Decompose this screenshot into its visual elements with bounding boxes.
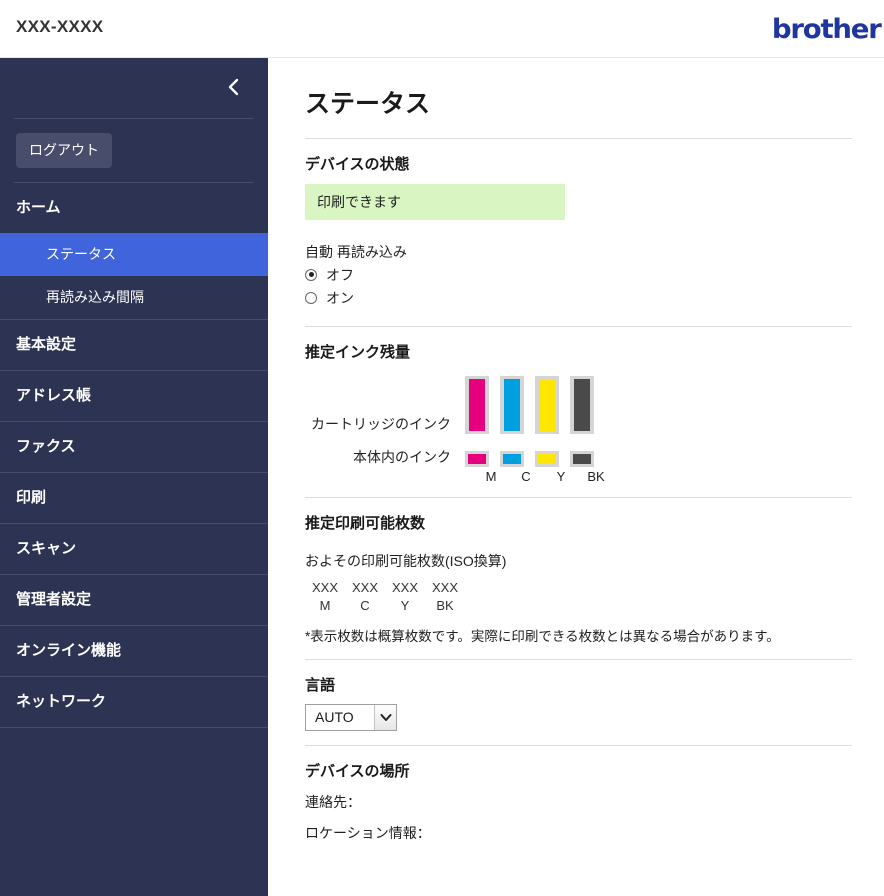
device-model-id: XXX-XXXX <box>16 17 104 36</box>
cartridge-fill-bk <box>574 378 590 431</box>
yield-key-m: M <box>319 597 331 613</box>
internal-bar-y <box>535 450 559 467</box>
chevron-down-icon <box>374 704 396 730</box>
radio-on-icon[interactable] <box>305 291 317 304</box>
auto-refresh-off-label: オフ <box>326 266 354 283</box>
location-label: ロケーション情報： <box>305 824 431 841</box>
yield-value-bk: XXX <box>431 579 458 595</box>
divider-above-language <box>305 658 852 660</box>
yield-heading: 推定印刷可能枚数 <box>305 514 426 532</box>
radio-off-icon[interactable] <box>305 268 317 281</box>
ink-level-block: カートリッジのインク 本体内のインク M C Y BK <box>305 375 852 484</box>
cartridge-fill-y <box>539 378 555 431</box>
auto-refresh-option-off[interactable]: オフ <box>305 265 852 285</box>
sidebar-collapse-button[interactable] <box>218 72 248 102</box>
ink-letter-m: M <box>485 468 497 484</box>
yield-keys-row: M C Y BK <box>305 595 852 613</box>
language-select[interactable]: AUTO <box>305 703 397 731</box>
sidebar-item-scan[interactable]: スキャン <box>0 524 268 575</box>
chevron-left-icon <box>228 78 238 96</box>
internal-ink-bars <box>465 450 594 467</box>
ink-letter-c: C <box>521 468 531 484</box>
sidebar-item-administrator[interactable]: 管理者設定 <box>0 575 268 626</box>
sidebar-item-online-functions[interactable]: オンライン機能 <box>0 626 268 677</box>
yield-grid: XXX XXX XXX XXX M C Y BK <box>305 580 852 613</box>
yield-value-y: XXX <box>391 579 418 595</box>
divider-above-location <box>305 744 852 746</box>
top-header-bar: XXX-XXXX brother <box>0 0 884 58</box>
divider-under-title <box>305 137 852 139</box>
sidebar-item-print[interactable]: 印刷 <box>0 473 268 524</box>
logout-row: ログアウト <box>0 119 268 182</box>
auto-refresh-label: 自動 再読み込み <box>305 243 407 260</box>
internal-fill-m <box>468 453 486 464</box>
cartridge-ink-bars <box>465 375 594 434</box>
sidebar-item-home[interactable]: ホーム <box>0 183 268 233</box>
yield-value-m: XXX <box>311 579 338 595</box>
cartridge-bar-bk <box>570 375 594 434</box>
device-status-heading: デバイスの状態 <box>305 155 410 173</box>
internal-fill-y <box>538 453 556 464</box>
internal-fill-bk <box>573 453 591 464</box>
device-location-heading: デバイスの場所 <box>305 762 410 780</box>
sidebar-navigation: ログアウト ホーム ステータス 再読み込み間隔 基本設定 アドレス帳 ファクス … <box>0 58 268 896</box>
yield-caption: およその印刷可能枚数(ISO換算) <box>305 552 507 569</box>
sidebar-item-general[interactable]: 基本設定 <box>0 320 268 371</box>
internal-ink-label: 本体内のインク <box>353 448 451 465</box>
ink-letter-bk: BK <box>587 468 605 484</box>
logout-button[interactable]: ログアウト <box>16 133 112 168</box>
device-status-banner: 印刷できます <box>305 183 565 220</box>
main-content: ステータス デバイスの状態 印刷できます 自動 再読み込み オフ オン 推定イン… <box>268 58 884 896</box>
sidebar-item-status[interactable]: ステータス <box>0 233 268 276</box>
cartridge-ink-row: カートリッジのインク <box>305 375 852 434</box>
yield-footnote: *表示枚数は概算枚数です。実際に印刷できる枚数とは異なる場合があります。 <box>305 628 780 644</box>
cartridge-fill-m <box>469 378 485 431</box>
cartridge-ink-label: カートリッジのインク <box>311 415 451 432</box>
cartridge-bar-m <box>465 375 489 434</box>
cartridge-bar-c <box>500 375 524 434</box>
language-heading: 言語 <box>305 676 336 694</box>
contact-label: 連絡先： <box>305 793 361 810</box>
sidebar-item-address-book[interactable]: アドレス帳 <box>0 371 268 422</box>
sidebar-collapse-row <box>0 58 268 118</box>
ink-level-heading: 推定インク残量 <box>305 343 411 361</box>
internal-bar-c <box>500 450 524 467</box>
internal-ink-row: 本体内のインク <box>305 447 852 467</box>
auto-refresh-on-label: オン <box>326 289 354 306</box>
yield-key-bk: BK <box>436 597 454 613</box>
divider-above-ink <box>305 325 852 327</box>
yield-values-row: XXX XXX XXX XXX <box>305 580 852 595</box>
sidebar-item-fax[interactable]: ファクス <box>0 422 268 473</box>
cartridge-bar-y <box>535 375 559 434</box>
sidebar-item-refresh-interval[interactable]: 再読み込み間隔 <box>0 276 268 320</box>
language-selected-value: AUTO <box>315 709 354 725</box>
ink-letter-y: Y <box>556 468 566 484</box>
yield-key-y: Y <box>400 597 410 613</box>
yield-value-c: XXX <box>351 579 378 595</box>
brother-logo: brother <box>772 14 882 45</box>
internal-bar-m <box>465 450 489 467</box>
yield-key-c: C <box>360 597 370 613</box>
ink-channel-letters: M C Y BK <box>479 469 852 484</box>
sidebar-item-network[interactable]: ネットワーク <box>0 677 268 728</box>
internal-fill-c <box>503 453 521 464</box>
internal-bar-bk <box>570 450 594 467</box>
auto-refresh-option-on[interactable]: オン <box>305 288 852 308</box>
page-title: ステータス <box>305 90 431 118</box>
cartridge-fill-c <box>504 378 520 431</box>
divider-above-yield <box>305 496 852 498</box>
